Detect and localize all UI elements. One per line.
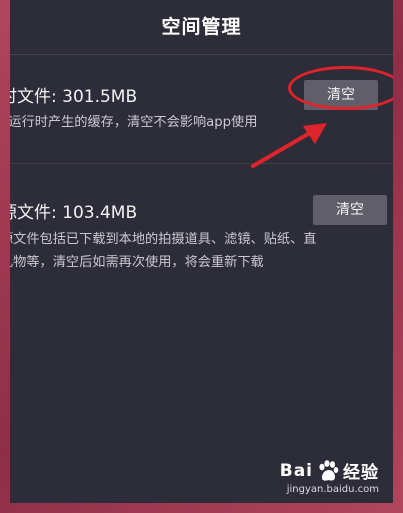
baidu-paw-icon <box>319 459 339 481</box>
watermark-url: jingyan.baidu.com <box>286 484 379 495</box>
resource-size-label: 源文件: 103.4MB <box>10 203 138 223</box>
cache-size-label: 时文件: 301.5MB <box>10 87 138 107</box>
space-management-screen: 空间管理 时文件: 301.5MB p运行时产生的缓存，清空不会影响app使用 … <box>10 0 393 503</box>
page-title: 空间管理 <box>161 16 242 38</box>
resource-section: 源文件: 103.4MB 源文件包括已下载到本地的拍摄道具、滤镜、贴纸、直 礼物… <box>10 164 393 304</box>
cache-description: p运行时产生的缓存，清空不会影响app使用 <box>10 115 258 130</box>
resource-description-line-2: 礼物等，清空后如需再次使用，将会重新下载 <box>10 255 264 270</box>
annotation-arrow-icon <box>251 123 327 168</box>
annotation-circle <box>288 66 393 110</box>
title-bar: 空间管理 <box>10 0 393 55</box>
watermark-brand-right: 经验 <box>343 463 379 483</box>
baidu-jingyan-watermark: Bai 经验 jingyan.baidu.com <box>280 458 379 495</box>
watermark-brand-left: Bai <box>279 460 313 481</box>
resource-description-line-1: 源文件包括已下载到本地的拍摄道具、滤镜、贴纸、直 <box>10 232 317 247</box>
clear-resource-button[interactable]: 清空 <box>313 195 387 225</box>
